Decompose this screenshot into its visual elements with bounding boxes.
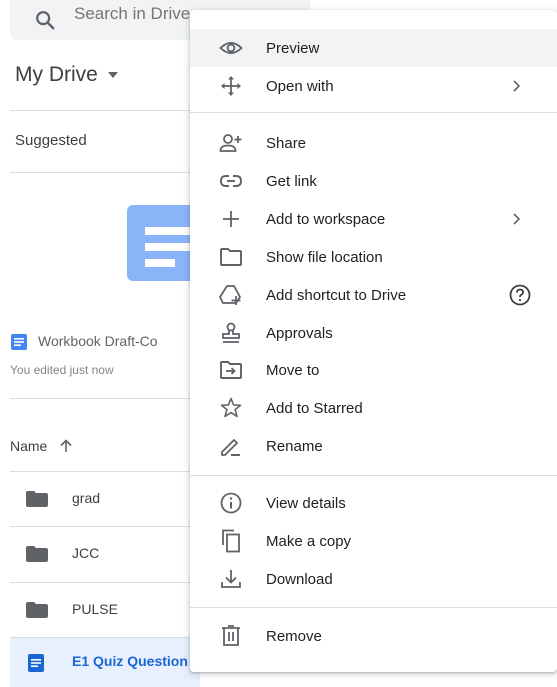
file-row[interactable]: JCC [10, 527, 200, 581]
file-name: E1 Quiz Question [72, 653, 188, 669]
file-name: PULSE [72, 601, 118, 617]
menu-item-label: Move to [266, 361, 320, 379]
menu-item-label: Show file location [266, 248, 383, 266]
menu-item-label: Add to workspace [266, 210, 386, 228]
menu-item-label: View details [266, 494, 346, 512]
eye-icon [219, 36, 243, 60]
open-with-icon [219, 74, 243, 98]
menu-item-label: Download [266, 570, 333, 588]
menu-separator [190, 475, 557, 476]
menu-item-label: Remove [266, 627, 322, 645]
folder-icon [26, 491, 48, 507]
menu-item-label: Share [266, 134, 307, 152]
menu-item-preview[interactable]: Preview [190, 29, 557, 67]
menu-item-label: Make a copy [266, 532, 352, 550]
menu-item-rename[interactable]: Rename [190, 427, 557, 465]
menu-item-label: Add shortcut to Drive [266, 286, 407, 304]
divider [10, 172, 195, 173]
menu-item-get-link[interactable]: Get link [190, 162, 557, 200]
file-name: grad [72, 490, 101, 506]
menu-item-open-with[interactable]: Open with [190, 67, 557, 105]
menu-item-move-to[interactable]: Move to [190, 351, 557, 389]
doc-icon [28, 654, 44, 672]
plus-icon [219, 207, 243, 231]
menu-item-make-a-copy[interactable]: Make a copy [190, 522, 557, 560]
doc-icon [11, 334, 27, 350]
move-to-icon [219, 358, 243, 382]
menu-item-label: Open with [266, 77, 334, 95]
menu-item-label: Preview [266, 39, 320, 57]
menu-item-label: Rename [266, 437, 323, 455]
trash-icon [219, 624, 243, 648]
menu-item-show-file-location[interactable]: Show file location [190, 238, 557, 276]
folder-outline-icon [219, 245, 243, 269]
stamp-icon [219, 321, 243, 345]
menu-item-view-details[interactable]: View details [190, 484, 557, 522]
caret-down-icon [107, 72, 118, 78]
file-row-selected[interactable]: E1 Quiz Question [10, 638, 200, 687]
help-icon[interactable] [508, 283, 532, 307]
file-row[interactable]: grad [10, 472, 200, 526]
star-outline-icon [219, 396, 243, 420]
pencil-icon [219, 434, 243, 458]
add-shortcut-icon [219, 283, 243, 307]
menu-item-add-shortcut[interactable]: Add shortcut to Drive [190, 276, 557, 314]
suggested-label: Suggested [15, 132, 87, 149]
menu-item-approvals[interactable]: Approvals [190, 314, 557, 352]
suggested-card-thumbnail[interactable] [127, 205, 197, 281]
divider [10, 398, 195, 399]
sort-by-name-header[interactable]: Name [10, 438, 73, 454]
name-column-label: Name [10, 438, 48, 454]
context-menu: Preview Open with Share Get link Add to … [190, 10, 557, 672]
divider [10, 110, 195, 111]
download-icon [219, 567, 243, 591]
page-title: My Drive [15, 63, 98, 86]
folder-icon [26, 546, 48, 562]
link-icon [219, 169, 243, 193]
person-add-icon [219, 131, 243, 155]
menu-separator [190, 607, 557, 608]
menu-item-remove[interactable]: Remove [190, 617, 557, 655]
menu-item-download[interactable]: Download [190, 560, 557, 598]
menu-item-add-to-workspace[interactable]: Add to workspace [190, 200, 557, 238]
suggested-card-name[interactable]: Workbook Draft-Co [38, 333, 158, 349]
menu-item-label: Approvals [266, 324, 333, 342]
search-icon[interactable] [34, 9, 56, 31]
menu-item-label: Get link [266, 172, 317, 190]
info-icon [219, 491, 243, 515]
menu-item-label: Add to Starred [266, 399, 363, 417]
arrow-up-icon[interactable] [59, 439, 73, 453]
chevron-right-icon [510, 212, 524, 226]
copy-icon [219, 529, 243, 553]
menu-item-share[interactable]: Share [190, 124, 557, 162]
chevron-right-icon [510, 79, 524, 93]
menu-item-add-to-starred[interactable]: Add to Starred [190, 389, 557, 427]
my-drive-dropdown[interactable]: My Drive [15, 63, 118, 87]
menu-separator [190, 112, 557, 113]
suggested-card-subtitle: You edited just now [10, 363, 114, 377]
file-row[interactable]: PULSE [10, 583, 200, 637]
folder-icon [26, 602, 48, 618]
file-name: JCC [72, 545, 100, 561]
